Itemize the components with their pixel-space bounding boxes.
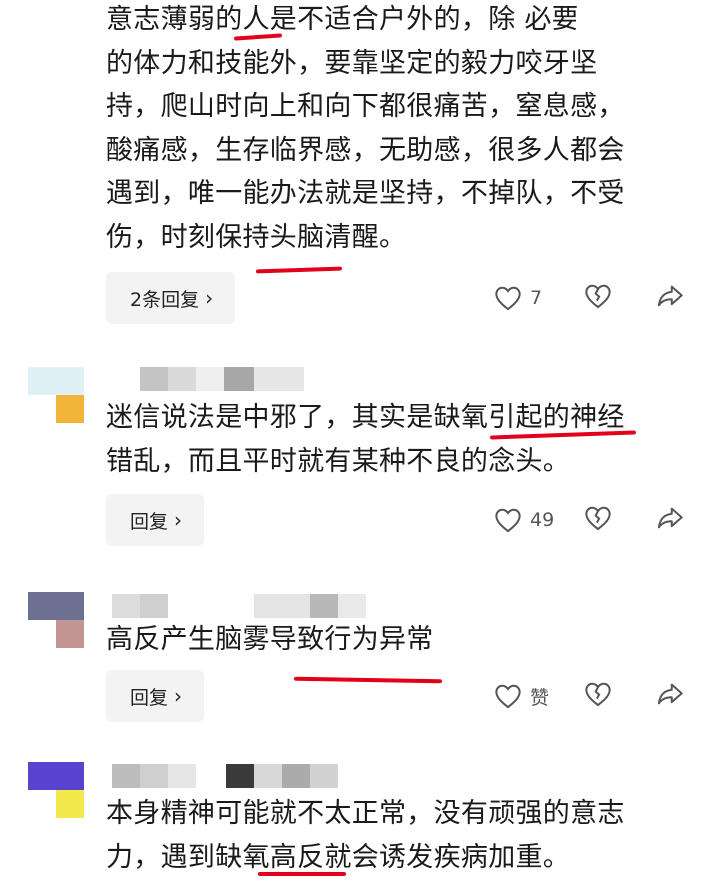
comment-line: 酸痛感，生存临界感，无助感，很多人都会	[106, 134, 625, 166]
heart-outline-icon	[495, 684, 521, 709]
comment-text: 迷信说法是中邪了，其实是缺氧引起的神经 错乱，而且平时就有某种不良的念头。	[106, 396, 696, 483]
share-arrow-icon	[657, 683, 683, 705]
redacted-username	[338, 594, 366, 618]
avatar[interactable]	[28, 367, 84, 423]
comment-line: 力，遇到缺氧高反就会诱发疾病加重。	[106, 841, 571, 873]
dislike-button[interactable]	[584, 681, 612, 711]
share-arrow-icon	[657, 285, 683, 307]
comment-line: 的体力和技能外，要靠坚定的毅力咬牙坚	[106, 47, 598, 79]
redacted-username	[112, 594, 140, 618]
comment-line: 高反产生脑雾导致行为异常	[106, 624, 434, 655]
highlight-underline	[258, 872, 346, 876]
share-arrow-icon	[657, 507, 683, 529]
broken-heart-icon	[585, 682, 611, 707]
like-button[interactable]: 赞	[494, 683, 549, 710]
share-button[interactable]	[656, 283, 684, 313]
reply-label: 回复	[130, 510, 169, 533]
reply-button[interactable]: 回复 ›	[106, 494, 205, 546]
highlight-underline	[293, 676, 443, 684]
reply-button[interactable]: 回复 ›	[106, 670, 205, 722]
redacted-username	[224, 367, 254, 391]
redacted-username	[310, 594, 338, 618]
replies-label: 2条回复	[130, 288, 200, 311]
share-button[interactable]	[656, 505, 684, 535]
like-label: 赞	[530, 686, 550, 709]
comment-actions: 赞	[480, 670, 700, 722]
share-button[interactable]	[656, 681, 684, 711]
avatar[interactable]	[28, 0, 84, 28]
like-count: 7	[530, 287, 543, 309]
redacted-username	[226, 764, 254, 788]
redacted-username	[140, 764, 168, 788]
comment-line: 伤，时刻保持头脑清醒。	[106, 221, 407, 253]
comment-line: 本身精神可能就不太正常，没有顽强的意志	[106, 798, 625, 829]
redacted-username	[140, 367, 168, 391]
dislike-button[interactable]	[584, 283, 612, 313]
broken-heart-icon	[585, 506, 611, 531]
comment-line: 遇到，唯一能办法就是坚持，不掉队，不受	[106, 178, 625, 209]
chevron-right-icon: ›	[205, 286, 214, 310]
heart-outline-icon	[495, 286, 521, 311]
comment-line: 错乱，而且平时就有某种不良的念头。	[106, 445, 571, 477]
redacted-username	[168, 367, 196, 391]
replies-button[interactable]: 2条回复 ›	[106, 272, 236, 324]
comment-actions: 7	[480, 272, 700, 324]
broken-heart-icon	[585, 284, 611, 309]
heart-outline-icon	[495, 508, 521, 533]
comment-text: 意志薄弱的人是不适合户外的，除 必要 的体力和技能外，要靠坚定的毅力咬牙坚 持，…	[106, 0, 696, 259]
reply-label: 回复	[130, 686, 169, 709]
redacted-username	[196, 367, 224, 391]
avatar[interactable]	[28, 592, 84, 648]
redacted-username	[168, 764, 196, 788]
redacted-block	[576, 8, 616, 32]
dislike-button[interactable]	[584, 505, 612, 535]
redacted-username	[254, 764, 282, 788]
redacted-username	[254, 367, 304, 391]
comment-text: 高反产生脑雾导致行为异常	[106, 618, 696, 662]
comment-actions: 49	[480, 494, 700, 546]
avatar[interactable]	[28, 762, 84, 818]
chevron-right-icon: ›	[174, 508, 183, 532]
redacted-username	[282, 764, 310, 788]
comment-text: 本身精神可能就不太正常，没有顽强的意志 力，遇到缺氧高反就会诱发疾病加重。	[106, 792, 696, 879]
like-button[interactable]: 7	[494, 285, 542, 311]
redacted-username	[254, 594, 310, 618]
like-count: 49	[530, 509, 555, 531]
highlight-underline	[255, 266, 343, 274]
redacted-username	[310, 764, 338, 788]
chevron-right-icon: ›	[174, 684, 183, 708]
like-button[interactable]: 49	[494, 507, 554, 533]
redacted-username	[112, 764, 140, 788]
redacted-username	[140, 594, 168, 618]
comment-line: 持，爬山时向上和向下都很痛苦，窒息感，	[106, 91, 625, 122]
